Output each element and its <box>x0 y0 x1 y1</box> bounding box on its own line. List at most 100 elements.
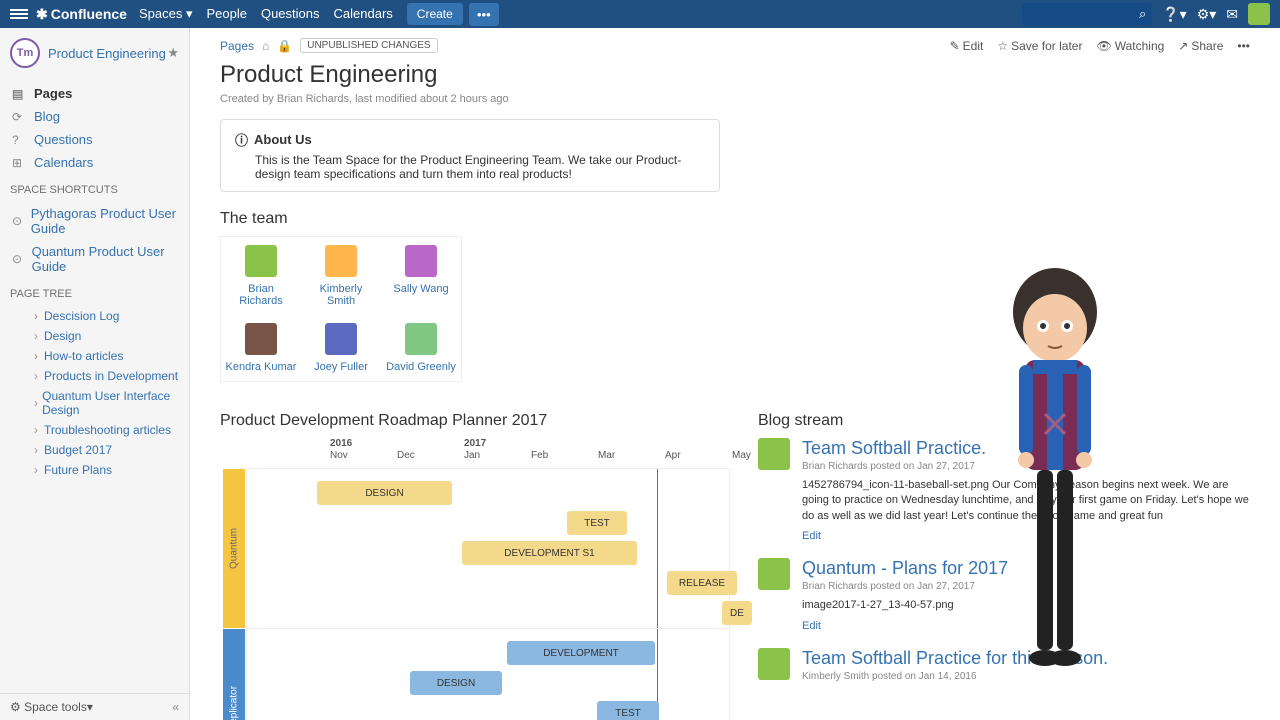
team-member[interactable]: Kimberly Smith <box>301 237 381 315</box>
avatar <box>405 323 437 355</box>
tree-item[interactable]: Products in Development <box>10 366 179 386</box>
create-button[interactable]: Create <box>407 3 463 25</box>
more-actions[interactable]: ••• <box>1237 39 1250 53</box>
menu-icon[interactable] <box>10 7 28 21</box>
collapse-icon[interactable]: « <box>172 700 179 714</box>
unpublished-badge: UNPUBLISHED CHANGES <box>300 38 437 53</box>
team-member[interactable]: Sally Wang <box>381 237 461 315</box>
roadmap-bar[interactable]: DEVELOPMENT <box>507 641 655 665</box>
nav-items: Spaces ▾ People Questions Calendars <box>139 6 393 22</box>
blog-meta: Brian Richards posted on Jan 27, 2017 <box>802 461 1250 472</box>
avatar <box>405 245 437 277</box>
roadmap-bar[interactable]: DESIGN <box>410 671 502 695</box>
tree-item[interactable]: Quantum User Interface Design <box>10 386 179 420</box>
nav-questions[interactable]: Questions <box>261 6 320 22</box>
content: Pages ⌂ 🔒 UNPUBLISHED CHANGES ✎ Edit ☆ S… <box>190 28 1280 720</box>
lane-label: Quantum <box>223 469 245 628</box>
nav-spaces[interactable]: Spaces ▾ <box>139 6 193 22</box>
sidebar-item-blog[interactable]: ⟳Blog <box>10 105 179 128</box>
gear-icon[interactable]: ⚙▾ <box>1197 6 1217 23</box>
logo[interactable]: Confluence <box>36 6 127 23</box>
avatar <box>245 323 277 355</box>
blog-title[interactable]: Team Softball Practice for this season. <box>802 648 1250 669</box>
lane-label: Replicator <box>223 629 245 720</box>
top-nav: Confluence Spaces ▾ People Questions Cal… <box>0 0 1280 28</box>
nav-icon: ⟳ <box>12 110 28 124</box>
info-icon: ⓘ <box>235 130 248 149</box>
team-grid: Brian RichardsKimberly SmithSally Wang Ke… <box>220 236 462 382</box>
month-label: Dec <box>397 450 415 461</box>
blog-post: Team Softball Practice for this season.K… <box>758 648 1250 688</box>
tree-item[interactable]: How-to articles <box>10 346 179 366</box>
tree-item[interactable]: Future Plans <box>10 460 179 480</box>
roadmap-bar[interactable]: RELEASE <box>667 571 737 595</box>
blog-post: Team Softball Practice. Brian Richards po… <box>758 438 1250 542</box>
space-tools[interactable]: Space tools <box>24 700 87 714</box>
star-icon[interactable]: ★ <box>167 45 179 61</box>
month-label: Apr <box>665 450 681 461</box>
about-body: This is the Team Space for the Product E… <box>235 153 705 181</box>
shortcut-item[interactable]: ⊙Pythagoras Product User Guide <box>10 202 179 240</box>
roadmap-bar[interactable]: DESIGN <box>317 481 452 505</box>
search-icon[interactable]: ⌕ <box>1139 6 1146 22</box>
team-member[interactable]: Brian Richards <box>221 237 301 315</box>
shortcut-item[interactable]: ⊙Quantum Product User Guide <box>10 240 179 278</box>
space-name[interactable]: Product Engineering <box>48 46 167 61</box>
blog-title[interactable]: Quantum - Plans for 2017 <box>802 558 1250 579</box>
blog-body: 1452786794_icon-11-baseball-set.png Our … <box>802 478 1250 524</box>
blog-body: image2017-1-27_13-40-57.png <box>802 598 1250 613</box>
share-button[interactable]: ↗ Share <box>1178 39 1223 53</box>
tree-item[interactable]: Descision Log <box>10 306 179 326</box>
edit-button[interactable]: ✎ Edit <box>950 39 984 53</box>
blog-heading: Blog stream <box>758 412 1250 430</box>
month-label: Feb <box>531 450 548 461</box>
roadmap-bar[interactable]: DEVELOPMENT S1 <box>462 541 637 565</box>
nav-calendars[interactable]: Calendars <box>334 6 393 22</box>
month-label: Nov <box>330 450 348 461</box>
blog-post: Quantum - Plans for 2017 Brian Richards p… <box>758 558 1250 631</box>
year-label: 2017 <box>464 438 486 449</box>
avatar[interactable] <box>758 648 790 680</box>
roadmap-bar[interactable]: DE <box>722 601 752 625</box>
avatar <box>245 245 277 277</box>
user-avatar[interactable] <box>1248 3 1270 25</box>
roadmap-heading: Product Development Roadmap Planner 2017 <box>220 412 730 430</box>
help-icon[interactable]: ❔▾ <box>1162 6 1186 23</box>
page-title: Product Engineering <box>220 61 1250 89</box>
blog-title[interactable]: Team Softball Practice. <box>802 438 1250 459</box>
team-member[interactable]: Kendra Kumar <box>221 315 301 381</box>
more-button[interactable]: ••• <box>469 3 499 26</box>
space-icon[interactable]: Tm <box>10 38 40 68</box>
blog-meta: Brian Richards posted on Jan 27, 2017 <box>802 581 1250 592</box>
team-member[interactable]: Joey Fuller <box>301 315 381 381</box>
month-label: Jan <box>464 450 480 461</box>
breadcrumb[interactable]: Pages <box>220 39 254 53</box>
sidebar-item-calendars[interactable]: ⊞Calendars <box>10 151 179 174</box>
sidebar: Tm Product Engineering ★ ▤Pages⟳Blog?Que… <box>0 28 190 720</box>
search-input[interactable] <box>1022 3 1152 25</box>
nav-icon: ? <box>12 133 28 147</box>
lock-icon[interactable]: 🔒 <box>277 39 292 53</box>
page-meta: Created by Brian Richards, last modified… <box>220 93 1250 105</box>
tree-heading: PAGE TREE <box>0 282 189 302</box>
tree-item[interactable]: Budget 2017 <box>10 440 179 460</box>
inbox-icon[interactable]: ✉ <box>1226 6 1238 23</box>
roadmap-bar[interactable]: TEST <box>567 511 627 535</box>
tree-icon[interactable]: ⌂ <box>262 39 269 53</box>
sidebar-item-questions[interactable]: ?Questions <box>10 128 179 151</box>
month-label: Mar <box>598 450 615 461</box>
gear-icon: ⚙ <box>10 700 21 714</box>
save-button[interactable]: ☆ Save for later <box>997 39 1082 53</box>
avatar[interactable] <box>758 438 790 470</box>
edit-link[interactable]: Edit <box>802 620 821 632</box>
watch-button[interactable]: 👁 Watching <box>1096 39 1164 53</box>
team-member[interactable]: David Greenly <box>381 315 461 381</box>
nav-people[interactable]: People <box>206 6 246 22</box>
tree-item[interactable]: Design <box>10 326 179 346</box>
tree-item[interactable]: Troubleshooting articles <box>10 420 179 440</box>
avatar[interactable] <box>758 558 790 590</box>
sidebar-item-pages[interactable]: ▤Pages <box>10 82 179 105</box>
edit-link[interactable]: Edit <box>802 530 821 542</box>
roadmap-bar[interactable]: TEST <box>597 701 659 720</box>
year-label: 2016 <box>330 438 352 449</box>
